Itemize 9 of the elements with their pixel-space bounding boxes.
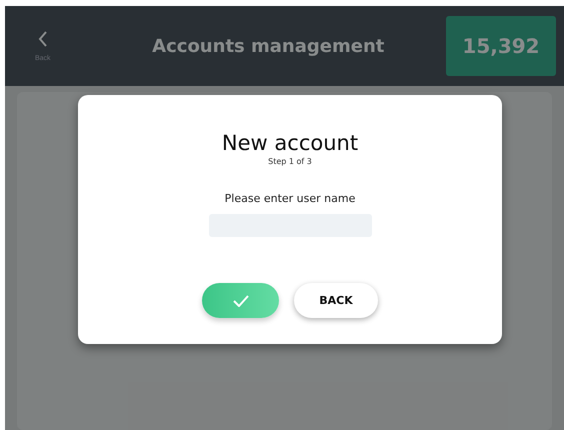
chevron-left-icon [38, 30, 48, 46]
step-indicator: Step 1 of 3 [268, 157, 312, 166]
checkmark-icon [232, 294, 248, 306]
prompt-label: Please enter user name [224, 192, 356, 205]
balance-badge: 15,392 [446, 16, 556, 76]
page-title: Accounts management [151, 36, 386, 56]
back-button[interactable]: BACK [294, 283, 378, 318]
dialog-title: New account [222, 131, 358, 155]
confirm-button[interactable] [202, 283, 279, 318]
